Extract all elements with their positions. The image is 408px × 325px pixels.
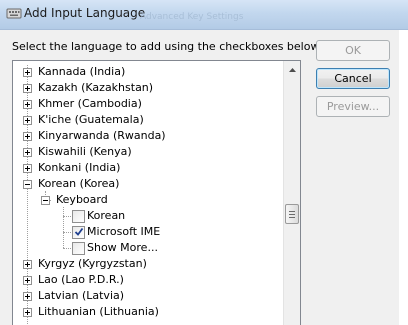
title-bar: Add Input Language Advanced Key Settings	[0, 0, 408, 30]
tree-item-show-more[interactable]: Show More...	[72, 240, 158, 256]
korean-checkbox[interactable]	[72, 209, 85, 223]
tree-item-label: Korean (Korea)	[38, 177, 120, 190]
tree-item-label: Konkani (India)	[38, 161, 121, 174]
tree-item-label: Latvian (Latvia)	[38, 289, 125, 302]
scroll-thumb[interactable]	[285, 204, 299, 224]
language-tree[interactable]: Kannada (India) Kazakh (Kazakhstan) Khme…	[12, 60, 301, 325]
tree-item-kiche[interactable]: K'iche (Guatemala)	[23, 112, 144, 128]
tree-item-kinyarwanda[interactable]: Kinyarwanda (Rwanda)	[23, 128, 166, 144]
expand-icon[interactable]	[23, 259, 32, 269]
microsoft-ime-checkbox[interactable]	[72, 225, 85, 239]
tree-item-label: Kannada (India)	[38, 65, 126, 78]
tree-item-label: Keyboard	[56, 193, 108, 206]
expand-icon[interactable]	[23, 131, 32, 141]
tree-item-label: Kinyarwanda (Rwanda)	[38, 129, 166, 142]
tree-item-kazakh[interactable]: Kazakh (Kazakhstan)	[23, 80, 153, 96]
arrow-up-icon	[288, 67, 296, 72]
expand-icon[interactable]	[23, 163, 32, 173]
tree-item-label: Kiswahili (Kenya)	[38, 145, 132, 158]
tree-item-label: Show More...	[87, 241, 158, 254]
tree-item-keyboard[interactable]: Keyboard	[41, 192, 108, 208]
tree-item-latvian[interactable]: Latvian (Latvia)	[23, 288, 124, 304]
tree-item-label: Kyrgyz (Kyrgyzstan)	[38, 257, 147, 270]
expand-icon[interactable]	[23, 147, 32, 157]
tree-hline-korean-kb	[63, 216, 71, 217]
tree-item-label: Korean	[87, 209, 126, 222]
expand-icon[interactable]	[23, 275, 32, 285]
tree-item-label: Kazakh (Kazakhstan)	[38, 81, 154, 94]
cancel-button[interactable]: Cancel	[316, 68, 390, 89]
tree-hline-ime	[63, 232, 71, 233]
show-more-checkbox[interactable]	[72, 241, 85, 255]
grip-icon	[289, 210, 295, 218]
vertical-scrollbar[interactable]	[283, 61, 300, 325]
collapse-icon[interactable]	[23, 179, 32, 189]
window-title: Add Input Language	[24, 6, 146, 20]
checkmark-icon	[74, 227, 83, 236]
tree-item-label: Lithuanian (Lithuania)	[38, 305, 159, 318]
background-window-title: Advanced Key Settings	[140, 12, 244, 22]
tree-item-konkani[interactable]: Konkani (India)	[23, 160, 120, 176]
right-edge	[399, 30, 408, 325]
preview-button[interactable]: Preview...	[316, 96, 390, 117]
tree-item-kannada[interactable]: Kannada (India)	[23, 64, 125, 80]
tree-item-label: Microsoft IME	[87, 225, 161, 238]
keyboard-icon	[6, 8, 22, 19]
expand-icon[interactable]	[23, 291, 32, 301]
tree-item-lao[interactable]: Lao (Lao P.D.R.)	[23, 272, 124, 288]
expand-icon[interactable]	[23, 83, 32, 93]
collapse-icon[interactable]	[41, 195, 50, 205]
expand-icon[interactable]	[23, 307, 32, 317]
tree-item-korean-keyboard[interactable]: Korean	[72, 208, 125, 224]
tree-item-microsoft-ime[interactable]: Microsoft IME	[72, 224, 160, 240]
scroll-up-button[interactable]	[284, 61, 300, 78]
tree-item-kiswahili[interactable]: Kiswahili (Kenya)	[23, 144, 132, 160]
tree-item-kyrgyz[interactable]: Kyrgyz (Kyrgyzstan)	[23, 256, 147, 272]
tree-item-korean[interactable]: Korean (Korea)	[23, 176, 119, 192]
tree-item-khmer[interactable]: Khmer (Cambodia)	[23, 96, 142, 112]
tree-line-keyboard	[63, 207, 64, 248]
tree-item-lithuanian[interactable]: Lithuanian (Lithuania)	[23, 304, 159, 320]
tree-hline-showmore	[63, 248, 71, 249]
instruction-text: Select the language to add using the che…	[12, 40, 322, 53]
tree-item-label: K'iche (Guatemala)	[38, 113, 144, 126]
expand-icon[interactable]	[23, 67, 32, 77]
tree-item-label: Khmer (Cambodia)	[38, 97, 142, 110]
expand-icon[interactable]	[23, 115, 32, 125]
expand-icon[interactable]	[23, 99, 32, 109]
ok-button[interactable]: OK	[316, 40, 390, 61]
tree-item-label: Lao (Lao P.D.R.)	[38, 273, 124, 286]
